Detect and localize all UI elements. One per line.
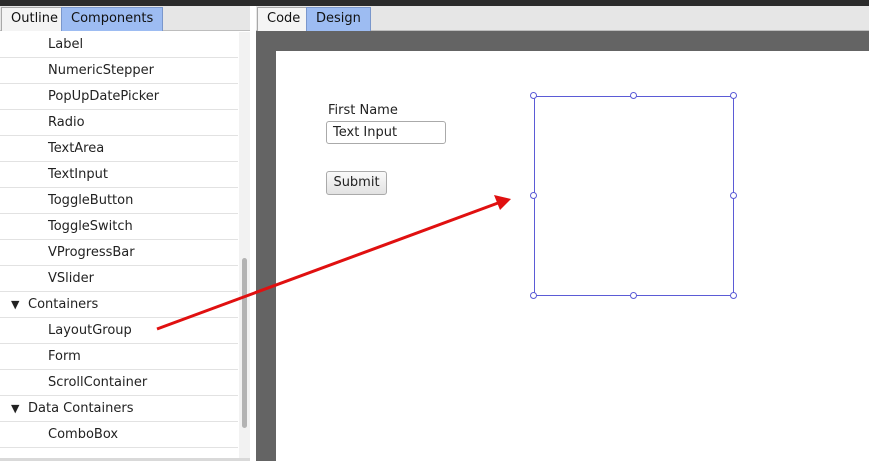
components-panel: Outline Components Label NumericStepper Po… [0, 6, 250, 461]
resize-handle-top-left[interactable] [530, 92, 537, 99]
component-label: ToggleButton [48, 193, 134, 208]
layout-group-selection-box[interactable] [534, 96, 734, 296]
resize-handle-right[interactable] [730, 192, 737, 199]
component-list-item[interactable]: Form [0, 344, 238, 370]
component-label: TextArea [48, 141, 105, 156]
component-list-item[interactable]: ComboBox [0, 422, 238, 448]
component-label: TextInput [48, 167, 108, 182]
component-list-item[interactable]: TextArea [0, 136, 238, 162]
component-list-item[interactable]: VSlider [0, 266, 238, 292]
component-label: LayoutGroup [48, 323, 132, 338]
component-list: Label NumericStepper PopUpDatePicker Radio T… [0, 32, 238, 458]
component-label: NumericStepper [48, 63, 154, 78]
scrollbar-thumb[interactable] [242, 258, 247, 428]
text-input-field[interactable]: Text Input [326, 121, 446, 144]
component-label: ToggleSwitch [48, 219, 133, 234]
tab-design[interactable]: Design [306, 7, 371, 31]
component-group-header[interactable]: ▼ Data Containers [0, 396, 238, 422]
resize-handle-left[interactable] [530, 192, 537, 199]
group-label: Data Containers [28, 401, 134, 416]
tab-components[interactable]: Components [61, 7, 164, 31]
component-group-header[interactable]: ▼ Containers [0, 292, 238, 318]
tab-code[interactable]: Code [257, 7, 311, 31]
component-list-item[interactable]: NumericStepper [0, 58, 238, 84]
resize-handle-bottom[interactable] [630, 292, 637, 299]
component-label: VSlider [48, 271, 94, 286]
design-stage: First Name Text Input Submit [256, 31, 869, 471]
component-list-item[interactable]: ToggleSwitch [0, 214, 238, 240]
resize-handle-bottom-right[interactable] [730, 292, 737, 299]
component-list-item[interactable]: Radio [0, 110, 238, 136]
component-label: ComboBox [48, 427, 119, 442]
component-list-item[interactable]: TextInput [0, 162, 238, 188]
submit-button[interactable]: Submit [326, 171, 387, 195]
editor-panel: Code Design First Name Text Input Submit [256, 6, 869, 471]
first-name-label[interactable]: First Name [328, 103, 398, 118]
component-list-item[interactable]: LayoutGroup [0, 318, 238, 344]
component-label: Form [48, 349, 81, 364]
resize-handle-top-right[interactable] [730, 92, 737, 99]
component-list-item[interactable]: PopUpDatePicker [0, 84, 238, 110]
caret-down-icon[interactable]: ▼ [11, 396, 19, 422]
component-label: PopUpDatePicker [48, 89, 160, 104]
caret-down-icon[interactable]: ▼ [11, 292, 19, 318]
component-list-item[interactable]: Label [0, 32, 238, 58]
component-label: Radio [48, 115, 85, 130]
resize-handle-bottom-left[interactable] [530, 292, 537, 299]
component-label: ScrollContainer [48, 375, 148, 390]
component-list-item[interactable]: ToggleButton [0, 188, 238, 214]
component-list-item[interactable]: VProgressBar [0, 240, 238, 266]
tab-outline[interactable]: Outline [1, 7, 69, 31]
component-label: VProgressBar [48, 245, 135, 260]
editor-tab-bar: Code Design [256, 6, 869, 31]
resize-handle-top[interactable] [630, 92, 637, 99]
design-canvas[interactable]: First Name Text Input Submit [276, 51, 869, 471]
left-tab-bar: Outline Components [0, 6, 250, 31]
component-list-item[interactable]: ScrollContainer [0, 370, 238, 396]
group-label: Containers [28, 297, 99, 312]
component-label: Label [48, 37, 84, 52]
